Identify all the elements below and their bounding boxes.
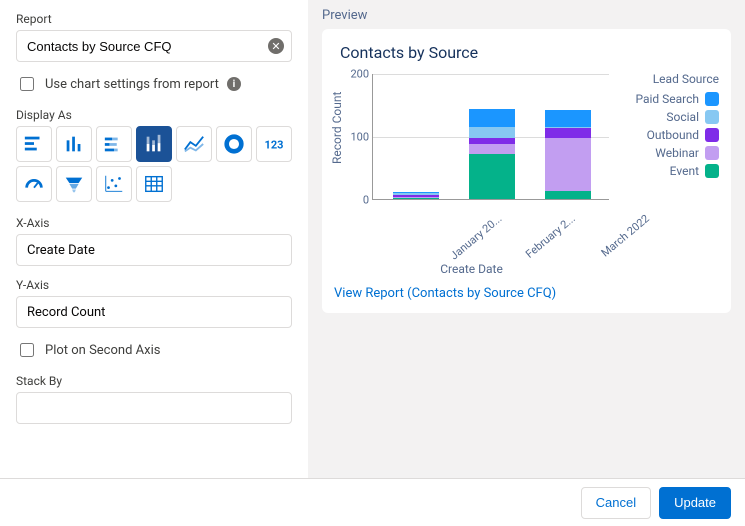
settings-panel: Report ✕ Use chart settings from report … xyxy=(0,0,308,478)
legend-item: Outbound xyxy=(609,128,719,142)
chart-type-stacked-hbar-icon[interactable] xyxy=(96,126,132,162)
use-chart-settings-checkbox[interactable] xyxy=(20,77,34,91)
stack-by-select[interactable] xyxy=(16,392,292,424)
legend-swatch xyxy=(705,110,719,124)
chart-type-grid: 123 xyxy=(16,126,292,202)
x-axis-title: Create Date xyxy=(440,262,503,276)
chart-type-donut-icon[interactable] xyxy=(216,126,252,162)
legend-item-label: Event xyxy=(670,164,699,178)
bar-segment xyxy=(545,110,591,128)
y-tick: 100 xyxy=(343,131,369,144)
update-button[interactable]: Update xyxy=(659,487,731,519)
display-as-label: Display As xyxy=(16,108,292,122)
preview-panel: Preview Contacts by Source Record Count … xyxy=(308,0,745,478)
bar-group xyxy=(393,192,439,200)
x-axis-select[interactable]: Create Date xyxy=(16,234,292,266)
y-axis-select[interactable]: Record Count xyxy=(16,296,292,328)
bar-group xyxy=(545,110,591,199)
preview-card: Contacts by Source Record Count 0100200J… xyxy=(322,29,731,313)
x-tick: February 2... xyxy=(523,212,578,261)
view-report-link[interactable]: View Report (Contacts by Source CFQ) xyxy=(334,286,719,301)
bar-segment xyxy=(469,109,515,127)
legend-item: Paid Search xyxy=(609,92,719,106)
info-icon[interactable]: i xyxy=(227,77,241,91)
legend-item-label: Outbound xyxy=(647,128,699,142)
legend-item: Webinar xyxy=(609,146,719,160)
legend-item: Event xyxy=(609,164,719,178)
legend-item-label: Webinar xyxy=(655,146,699,160)
bar-segment xyxy=(469,144,515,153)
legend-swatch xyxy=(705,164,719,178)
y-axis-title: Record Count xyxy=(330,92,344,164)
chart-legend: Lead Source Paid Search Social Outbound Web… xyxy=(609,68,719,278)
bar-group xyxy=(469,109,515,199)
chart-type-funnel-icon[interactable] xyxy=(56,166,92,202)
y-tick: 200 xyxy=(343,68,369,81)
chart-type-vbar-icon[interactable] xyxy=(56,126,92,162)
plot-second-axis-label: Plot on Second Axis xyxy=(45,343,160,358)
bar-segment xyxy=(545,138,591,192)
y-axis-label: Y-Axis xyxy=(16,278,292,292)
legend-swatch xyxy=(705,128,719,142)
legend-item-label: Social xyxy=(666,110,699,124)
plot-second-axis-checkbox[interactable] xyxy=(20,343,34,357)
svg-text:123: 123 xyxy=(265,139,284,152)
bar-segment xyxy=(545,191,591,199)
report-label: Report xyxy=(16,12,292,26)
clear-report-icon[interactable]: ✕ xyxy=(268,38,284,54)
bar-segment xyxy=(545,128,591,137)
chart-type-hbar-icon[interactable] xyxy=(16,126,52,162)
legend-swatch xyxy=(705,92,719,106)
bar-segment xyxy=(393,198,439,199)
preview-heading: Preview xyxy=(322,8,731,23)
chart-type-gauge-icon[interactable] xyxy=(16,166,52,202)
dialog-footer: Cancel Update xyxy=(0,478,745,526)
legend-item-label: Paid Search xyxy=(635,92,699,106)
legend-item: Social xyxy=(609,110,719,124)
y-tick: 0 xyxy=(343,194,369,207)
chart-type-stacked-vbar-icon[interactable] xyxy=(136,126,172,162)
report-input[interactable] xyxy=(16,30,292,62)
chart-plot: 0100200January 20...February 2...March 2… xyxy=(372,74,609,200)
chart-area: Record Count 0100200January 20...Februar… xyxy=(334,68,609,278)
use-chart-settings-label: Use chart settings from report xyxy=(45,77,219,92)
cancel-button[interactable]: Cancel xyxy=(581,487,651,519)
chart-type-metric-icon[interactable]: 123 xyxy=(256,126,292,162)
chart-type-line-icon[interactable] xyxy=(176,126,212,162)
bar-segment xyxy=(469,127,515,138)
legend-swatch xyxy=(705,146,719,160)
y-axis-value: Record Count xyxy=(27,305,105,320)
x-axis-label: X-Axis xyxy=(16,216,292,230)
x-tick: January 20... xyxy=(448,212,505,262)
chart-type-scatter-icon[interactable] xyxy=(96,166,132,202)
legend-title: Lead Source xyxy=(609,72,719,86)
chart-type-table-icon[interactable] xyxy=(136,166,172,202)
stack-by-label: Stack By xyxy=(16,374,292,388)
x-axis-value: Create Date xyxy=(27,243,95,258)
chart-title: Contacts by Source xyxy=(340,43,719,62)
bar-segment xyxy=(469,154,515,199)
